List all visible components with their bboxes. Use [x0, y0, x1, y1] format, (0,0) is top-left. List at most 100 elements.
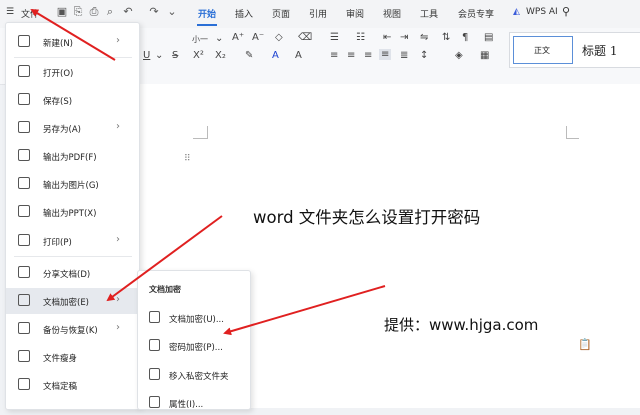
menu-item-open[interactable]: 打开(O)	[6, 59, 139, 85]
para-settings-icon[interactable]: ▤	[484, 32, 493, 43]
highlight-icon[interactable]: ✎	[245, 50, 253, 61]
pdf-icon	[18, 149, 30, 161]
provider-annotation: 提供：www.hjga.com	[384, 316, 539, 334]
menu-item-print[interactable]: 打印(P) ›	[6, 228, 139, 254]
active-tab-indicator	[197, 24, 217, 26]
chevron-right-icon: ›	[116, 35, 120, 46]
save-icon[interactable]: ▣	[56, 6, 68, 18]
clear-format-icon[interactable]: ◇	[275, 32, 283, 43]
file-menu: 新建(N) › 打开(O) 保存(S) 另存为(A) › 输出为PDF(F) 输…	[5, 22, 140, 410]
tab-references[interactable]: 引用	[309, 7, 327, 20]
menu-item-new[interactable]: 新建(N) ›	[6, 29, 139, 55]
file-menu-button[interactable]: 文件	[21, 7, 39, 20]
folder-icon	[18, 65, 30, 77]
wps-ai-icon[interactable]: ◭	[513, 7, 520, 17]
menu-item-save-as[interactable]: 另存为(A) ›	[6, 115, 139, 141]
font-color-icon[interactable]: A	[272, 50, 279, 61]
new-doc-icon	[18, 35, 30, 47]
tab-page[interactable]: 页面	[272, 7, 290, 20]
sort-icon[interactable]: ⇅	[442, 32, 450, 43]
preview-icon[interactable]: ⌕	[104, 6, 116, 18]
subscript-icon[interactable]: X₂	[215, 50, 226, 61]
chevron-right-icon: ›	[116, 294, 120, 305]
numbered-list-icon[interactable]: ☷	[356, 32, 365, 43]
doc-lock-icon	[149, 311, 160, 323]
border-icon[interactable]: ▦	[480, 50, 489, 61]
menu-item-export-ppt[interactable]: 输出为PPT(X)	[6, 199, 139, 225]
divider	[14, 57, 132, 58]
outdent-icon[interactable]: ⇤	[383, 32, 391, 43]
chevron-down-icon[interactable]: ⌄	[155, 50, 163, 61]
chevron-down-icon[interactable]: ⌄	[215, 33, 223, 44]
style-normal[interactable]: 正文	[513, 36, 573, 64]
menu-item-export-pdf[interactable]: 输出为PDF(F)	[6, 143, 139, 169]
align-center-icon[interactable]: ≡	[347, 50, 355, 61]
tab-tools[interactable]: 工具	[420, 7, 438, 20]
align-left-icon[interactable]: ≡	[330, 50, 338, 61]
more-icon[interactable]: ⌄	[166, 6, 178, 18]
paste-options-icon[interactable]: 📋	[578, 338, 592, 351]
style-heading-1[interactable]: 标题 1	[582, 42, 617, 59]
image-icon	[18, 177, 30, 189]
drag-handle-icon[interactable]: ⠿	[184, 154, 191, 164]
chinese-layout-icon[interactable]: ⇋	[420, 32, 428, 43]
password-icon	[149, 339, 160, 351]
tab-review[interactable]: 审阅	[346, 7, 364, 20]
headline-annotation: word 文件夹怎么设置打开密码	[253, 208, 481, 227]
submenu-item-password-encrypt[interactable]: 密码加密(P)...	[138, 332, 250, 358]
chevron-right-icon: ›	[116, 121, 120, 132]
submenu-title: 文档加密	[149, 285, 181, 294]
font-size-select[interactable]: 小一	[192, 34, 208, 45]
shrink-font-icon[interactable]: A⁻	[252, 32, 264, 43]
menu-item-slim[interactable]: 文件瘦身	[6, 344, 139, 370]
export-icon[interactable]: ⎘	[72, 6, 84, 18]
redo-icon[interactable]: ↷	[148, 6, 160, 18]
menu-item-share[interactable]: 分享文档(D)	[6, 260, 139, 286]
char-shading-icon[interactable]: A	[295, 50, 302, 61]
justify-icon[interactable]: ≡	[379, 49, 392, 60]
distribute-icon[interactable]: ≣	[400, 50, 408, 61]
lock-icon	[18, 294, 30, 306]
bullet-list-icon[interactable]: ☰	[330, 32, 339, 43]
tab-member[interactable]: 会员专享	[458, 7, 494, 20]
chevron-right-icon: ›	[116, 234, 120, 245]
align-right-icon[interactable]: ≡	[364, 50, 372, 61]
tab-insert[interactable]: 插入	[235, 7, 253, 20]
shading-icon[interactable]: ◈	[455, 50, 463, 61]
menu-icon[interactable]: ☰	[6, 7, 14, 17]
menu-item-finalize[interactable]: 文档定稿	[6, 372, 139, 398]
save-icon	[18, 93, 30, 105]
eraser-icon[interactable]: ⌫	[298, 32, 312, 43]
strikethrough-icon[interactable]: S̶	[172, 50, 178, 61]
properties-icon	[149, 396, 160, 408]
print-icon[interactable]: ⎙	[88, 6, 100, 18]
slim-icon	[18, 350, 30, 362]
finalize-icon	[18, 378, 30, 390]
save-as-icon	[18, 121, 30, 133]
tab-home[interactable]: 开始	[198, 7, 216, 20]
submenu-item-doc-encrypt[interactable]: 文档加密(U)...	[138, 304, 250, 330]
tab-view[interactable]: 视图	[383, 7, 401, 20]
backup-icon	[18, 322, 30, 334]
underline-icon[interactable]: U	[143, 50, 150, 61]
ppt-icon	[18, 205, 30, 217]
wps-ai-button[interactable]: WPS AI	[526, 7, 558, 17]
line-spacing-icon[interactable]: ↕	[420, 50, 428, 61]
submenu-item-private-folder[interactable]: 移入私密文件夹	[138, 361, 250, 387]
chevron-right-icon: ›	[116, 322, 120, 333]
menu-item-export-image[interactable]: 输出为图片(G)	[6, 171, 139, 197]
superscript-icon[interactable]: X²	[193, 50, 204, 61]
show-marks-icon[interactable]: ¶	[462, 32, 468, 43]
search-icon[interactable]: ⚲	[562, 5, 570, 18]
menu-item-save[interactable]: 保存(S)	[6, 87, 139, 113]
undo-icon[interactable]: ↶	[122, 6, 134, 18]
indent-icon[interactable]: ⇥	[400, 32, 408, 43]
menu-item-encrypt[interactable]: 文档加密(E) ›	[6, 288, 139, 314]
encrypt-submenu: 文档加密 文档加密(U)... 密码加密(P)... 移入私密文件夹 属性(I)…	[137, 270, 251, 410]
submenu-item-properties[interactable]: 属性(I)...	[138, 389, 250, 415]
menu-item-backup[interactable]: 备份与恢复(K) ›	[6, 316, 139, 342]
divider	[14, 256, 132, 257]
share-icon	[18, 266, 30, 278]
page-margin-mark	[566, 126, 579, 139]
grow-font-icon[interactable]: A⁺	[232, 32, 244, 43]
